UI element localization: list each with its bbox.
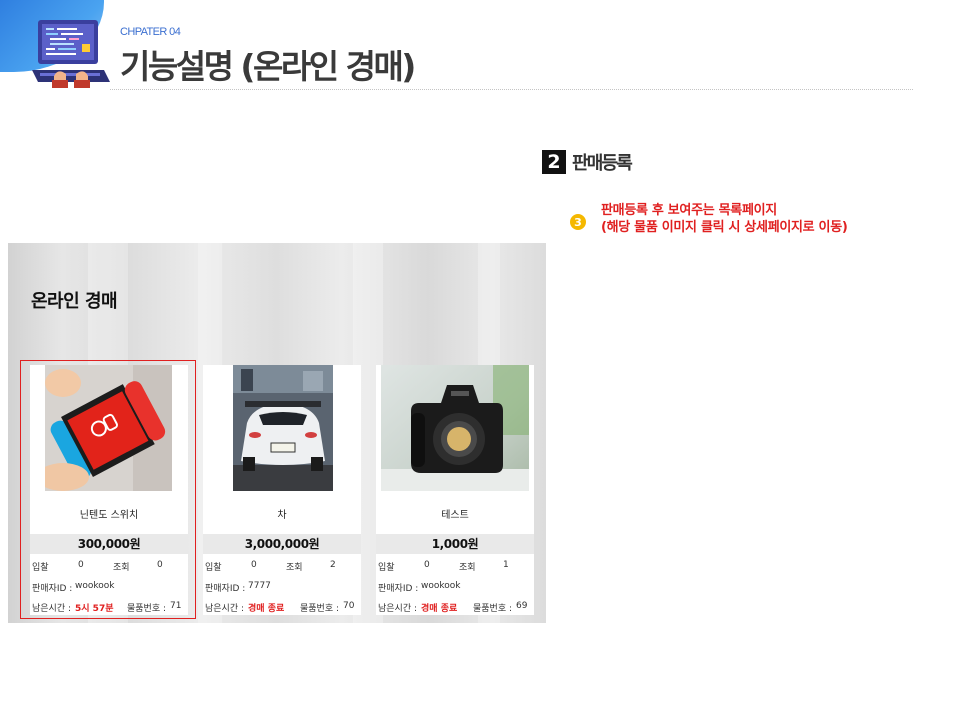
item-price: 1,000원 <box>376 534 534 554</box>
section-heading: 2 판매등록 <box>542 149 633 175</box>
item-name[interactable]: 테스트 <box>376 506 534 521</box>
item-number-label: 물품번호 : <box>473 604 513 614</box>
dslr-camera-photo <box>381 365 529 491</box>
item-image-car[interactable] <box>233 365 333 491</box>
remaining-label: 남은시간 : <box>378 604 418 614</box>
seller-label: 판매자ID : <box>205 584 246 594</box>
title-divider <box>110 89 913 90</box>
seller-label: 판매자ID : <box>378 584 419 594</box>
step-note-line2: (해당 물품 이미지 클릭 시 상세페이지로 이동) <box>601 220 848 235</box>
auction-page-title: 온라인 경매 <box>31 291 118 312</box>
step-number-badge: 3 <box>570 214 586 230</box>
views-label: 조회 <box>286 563 303 573</box>
bid-count: 0 <box>424 560 430 570</box>
seller-id: 7777 <box>248 581 271 591</box>
item-price: 3,000,000원 <box>203 534 361 554</box>
item-image-camera[interactable] <box>381 365 529 491</box>
auction-item-card[interactable]: 테스트 1,000원 입찰 0 조회 1 판매자ID : wookook 남은시… <box>376 365 534 615</box>
seller-id: wookook <box>421 581 461 591</box>
section-label: 판매등록 <box>572 153 633 174</box>
laptop-code-icon <box>32 20 110 88</box>
item-number: 70 <box>343 601 355 611</box>
remaining-time: 경매 종료 <box>421 604 458 614</box>
item-name[interactable]: 차 <box>203 506 361 521</box>
step-note-line1: 판매등록 후 보여주는 목록페이지 <box>601 203 777 218</box>
bid-count: 0 <box>251 560 257 570</box>
section-number-badge: 2 <box>542 150 566 174</box>
step-note: 판매등록 후 보여주는 목록페이지 (해당 물품 이미지 클릭 시 상세페이지로… <box>601 202 848 236</box>
bid-label: 입찰 <box>205 563 222 573</box>
auction-list-screenshot: 온라인 경매 닌텐도 스위치 300,000원 입찰 0 조회 0 판매자ID … <box>8 243 546 623</box>
auction-item-card[interactable]: 차 3,000,000원 입찰 0 조회 2 판매자ID : 7777 남은시간… <box>203 365 361 615</box>
bid-label: 입찰 <box>378 563 395 573</box>
views-label: 조회 <box>459 563 476 573</box>
slide-title: 기능설명 (온라인 경매) <box>120 47 416 86</box>
item-number-label: 물품번호 : <box>300 604 340 614</box>
views-count: 1 <box>503 560 509 570</box>
views-count: 2 <box>330 560 336 570</box>
chapter-label: CHPATER 04 <box>120 26 181 38</box>
selected-item-highlight <box>20 360 196 619</box>
remaining-time: 경매 종료 <box>248 604 285 614</box>
remaining-label: 남은시간 : <box>205 604 245 614</box>
item-number: 69 <box>516 601 528 611</box>
white-sports-car-photo <box>233 365 333 491</box>
